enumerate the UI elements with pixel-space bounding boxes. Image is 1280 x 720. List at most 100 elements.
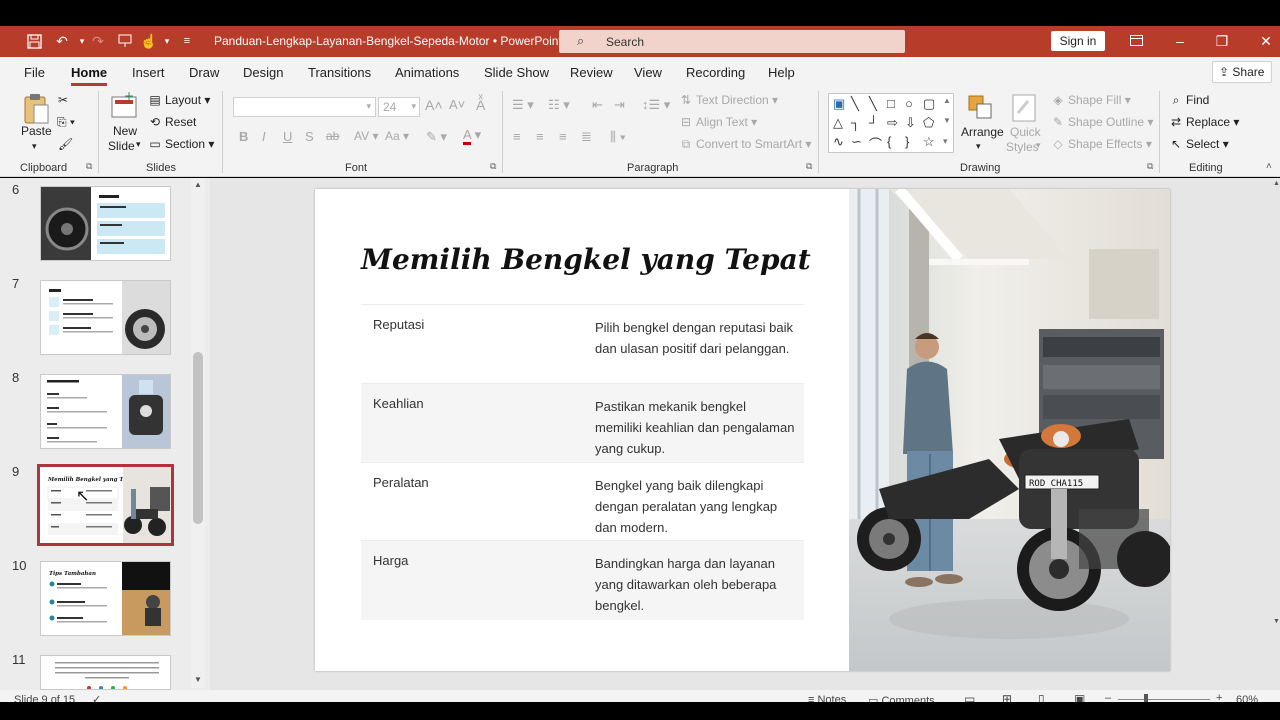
align-center-icon[interactable]: ≡ xyxy=(536,129,544,144)
snip-shape-icon[interactable]: ⬠ xyxy=(923,115,934,131)
oval-shape-icon[interactable]: ○ xyxy=(905,96,913,111)
decrease-indent-icon[interactable]: ⇤ xyxy=(592,97,603,113)
ribbon-display-icon[interactable] xyxy=(1126,32,1146,52)
arrange-label[interactable]: Arrange xyxy=(961,125,1004,139)
freeform-shape-icon[interactable]: ∿ xyxy=(833,134,844,150)
tab-design[interactable]: Design xyxy=(243,65,283,80)
elbow-connector-icon[interactable]: ┐ xyxy=(851,115,860,130)
slide-thumbnail-8[interactable] xyxy=(40,374,171,449)
format-painter-icon[interactable]: 🖌 xyxy=(58,137,73,151)
replace-button[interactable]: ⇄ Replace ▾ xyxy=(1168,115,1239,129)
close-icon[interactable]: ✕ xyxy=(1256,32,1276,52)
paste-label[interactable]: Paste xyxy=(21,124,52,138)
font-launcher-icon[interactable]: ⧉ xyxy=(490,161,496,172)
customize-qat-icon[interactable]: ≡ xyxy=(177,31,197,51)
shadow-icon[interactable]: S xyxy=(305,129,314,144)
tab-draw[interactable]: Draw xyxy=(189,65,219,80)
paste-dropdown-icon[interactable]: ▾ xyxy=(32,141,37,152)
find-button[interactable]: ⌕ Find xyxy=(1168,93,1210,108)
curve-shape-icon[interactable]: ∽ xyxy=(851,134,862,150)
clipboard-launcher-icon[interactable]: ⧉ xyxy=(86,161,92,172)
paste-icon[interactable] xyxy=(22,93,52,124)
brace-left-icon[interactable]: { xyxy=(887,134,891,149)
textbox-shape-icon[interactable]: ▣ xyxy=(833,96,845,112)
layout-button[interactable]: ▤ Layout ▾ xyxy=(147,93,210,107)
new-slide-dropdown-icon[interactable]: ▾ xyxy=(136,139,141,150)
align-text-button[interactable]: ⊟ Align Text ▾ xyxy=(678,115,757,129)
redo-icon[interactable]: ↷ xyxy=(88,31,108,51)
canvas-scroll-up-icon[interactable]: ▲ xyxy=(1273,180,1280,187)
numbering-icon[interactable]: ☷ ▾ xyxy=(548,97,570,113)
triangle-shape-icon[interactable]: △ xyxy=(833,115,843,131)
save-icon[interactable] xyxy=(24,31,44,51)
thumbnail-scrollbar-thumb[interactable] xyxy=(193,352,203,524)
line-shape-icon[interactable]: ╲ xyxy=(851,96,859,112)
search-box[interactable]: ⌕ Search xyxy=(559,30,905,53)
tab-transitions[interactable]: Transitions xyxy=(308,65,371,80)
rectangle-shape-icon[interactable]: □ xyxy=(887,96,895,111)
undo-icon[interactable]: ↶ xyxy=(52,31,72,51)
slide-thumbnail-10[interactable]: Tips Tambahan xyxy=(40,561,171,636)
paragraph-launcher-icon[interactable]: ⧉ xyxy=(806,161,812,172)
grow-font-icon[interactable]: A˄ xyxy=(425,97,443,113)
convert-smartart-button[interactable]: ⧉ Convert to SmartArt ▾ xyxy=(678,137,812,152)
highlight-icon[interactable]: ✎ ▾ xyxy=(426,129,447,145)
line-shape-icon-2[interactable]: ╲ xyxy=(869,96,877,112)
canvas-scroll-down-icon[interactable]: ▼ xyxy=(1273,618,1280,625)
gallery-up-icon[interactable]: ▲ xyxy=(943,96,951,105)
arc-shape-icon[interactable]: ⌒ xyxy=(869,134,882,153)
font-color-icon[interactable]: A ▾ xyxy=(463,127,481,145)
collapse-ribbon-icon[interactable]: ˄ xyxy=(1266,161,1272,172)
gallery-more-icon[interactable]: ▾ xyxy=(943,136,948,147)
slide-thumbnail-9[interactable]: Memilih Bengkel yang Tepat xyxy=(37,464,174,546)
shape-outline-button[interactable]: ✎ Shape Outline ▾ xyxy=(1050,115,1153,129)
clear-formatting-icon[interactable]: Aͯ xyxy=(476,97,485,113)
star-shape-icon[interactable]: ☆ xyxy=(923,134,935,150)
slide-thumbnail-6[interactable] xyxy=(40,186,171,261)
tab-review[interactable]: Review xyxy=(570,65,613,80)
character-spacing-icon[interactable]: AV ▾ xyxy=(354,129,378,143)
comparison-table[interactable]: Reputasi Pilih bengkel dengan reputasi b… xyxy=(361,304,804,620)
table-row[interactable]: Reputasi Pilih bengkel dengan reputasi b… xyxy=(361,304,804,383)
font-size-select[interactable]: 24 ▾ xyxy=(378,97,420,117)
current-slide[interactable]: Memilih Bengkel yang Tepat Reputasi Pili… xyxy=(315,189,1170,671)
touch-dropdown-icon[interactable]: ▾ xyxy=(157,31,177,51)
tab-slide-show[interactable]: Slide Show xyxy=(484,65,549,80)
tab-home[interactable]: Home xyxy=(71,65,108,86)
table-row[interactable]: Keahlian Pastikan mekanik bengkel memili… xyxy=(361,383,804,462)
zoom-slider[interactable] xyxy=(1118,699,1210,700)
tab-insert[interactable]: Insert xyxy=(132,65,165,80)
increase-indent-icon[interactable]: ⇥ xyxy=(614,97,625,113)
arrange-dropdown-icon[interactable]: ▾ xyxy=(976,141,981,152)
arrange-icon[interactable] xyxy=(966,93,996,123)
presentation-icon[interactable] xyxy=(115,31,135,51)
strikethrough-icon[interactable]: ab xyxy=(326,129,339,143)
new-slide-label-1[interactable]: New xyxy=(113,124,137,138)
restore-icon[interactable]: ❐ xyxy=(1212,32,1232,52)
tab-recording[interactable]: Recording xyxy=(686,65,745,80)
shape-effects-button[interactable]: ◇ Shape Effects ▾ xyxy=(1050,137,1151,151)
select-button[interactable]: ↖ Select ▾ xyxy=(1168,137,1229,151)
font-family-select[interactable]: ▾ xyxy=(233,97,376,117)
quick-styles-label-1[interactable]: Quick xyxy=(1010,125,1041,139)
arrow-right-shape-icon[interactable]: ⇨ xyxy=(887,115,898,131)
shape-fill-button[interactable]: ◈ Shape Fill ▾ xyxy=(1050,93,1130,107)
slide-title[interactable]: Memilih Bengkel yang Tepat xyxy=(361,243,811,276)
cut-icon[interactable]: ✂ xyxy=(58,93,68,107)
tab-help[interactable]: Help xyxy=(768,65,795,80)
share-button[interactable]: ⇪ Share xyxy=(1212,61,1272,83)
align-left-icon[interactable]: ≡ xyxy=(513,129,521,144)
shrink-font-icon[interactable]: A˅ xyxy=(449,97,465,112)
quick-styles-label-2[interactable]: Styles xyxy=(1006,140,1039,154)
section-button[interactable]: ▭ Section ▾ xyxy=(147,137,214,151)
copy-icon[interactable]: ⎘ ▾ xyxy=(57,115,75,130)
slide-thumbnail-7[interactable] xyxy=(40,280,171,355)
drawing-launcher-icon[interactable]: ⧉ xyxy=(1147,161,1153,172)
tab-file[interactable]: File xyxy=(24,65,45,80)
underline-icon[interactable]: U xyxy=(283,129,292,144)
new-slide-label-2[interactable]: Slide xyxy=(108,139,135,153)
italic-icon[interactable]: I xyxy=(262,129,266,144)
table-row[interactable]: Peralatan Bengkel yang baik dilengkapi d… xyxy=(361,462,804,540)
workshop-photo[interactable]: ROD CHA115 xyxy=(849,189,1170,671)
text-direction-button[interactable]: ⇅ Text Direction ▾ xyxy=(678,93,778,107)
